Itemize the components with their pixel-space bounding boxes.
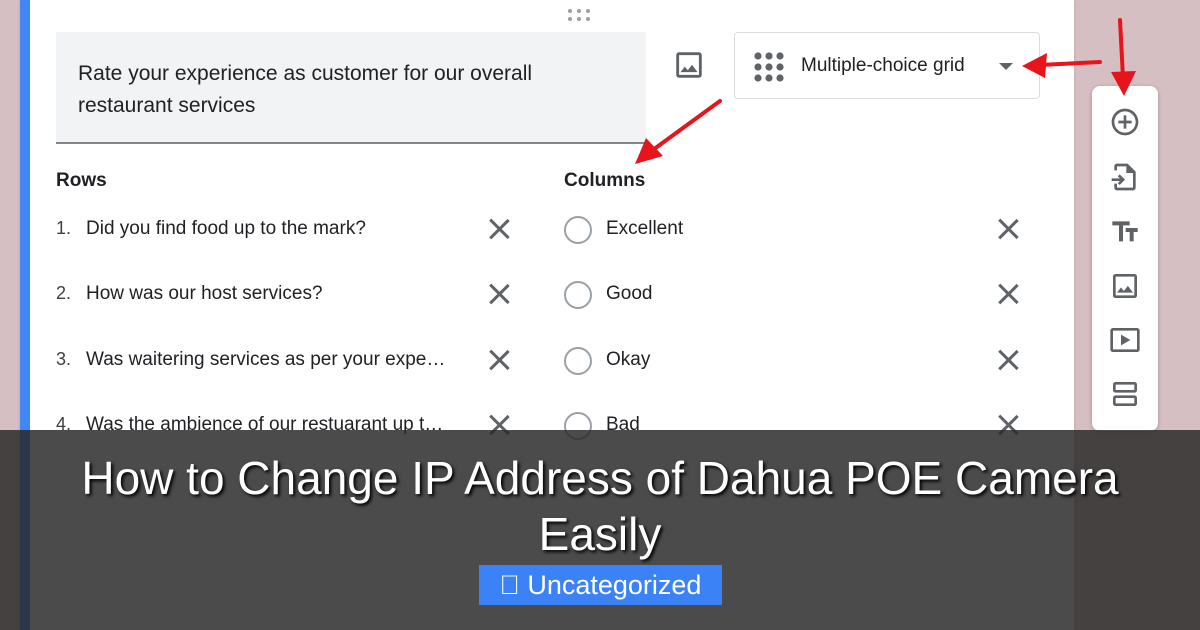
article-title[interactable]: How to Change IP Address of Dahua POE Ca… xyxy=(40,450,1160,562)
add-video-icon[interactable] xyxy=(1109,324,1141,356)
remove-column-icon[interactable] xyxy=(995,216,1021,242)
floating-toolbar xyxy=(1092,86,1158,431)
row-item[interactable]: 1. Did you find food up to the mark? xyxy=(56,210,526,250)
column-item[interactable]: Okay xyxy=(564,341,1044,381)
add-image-icon[interactable] xyxy=(672,48,706,82)
row-number: 1. xyxy=(56,218,72,238)
rows-heading: Rows xyxy=(56,170,107,191)
question-type-dropdown[interactable]: Multiple-choice grid xyxy=(734,32,1040,99)
row-text[interactable]: Was waitering services as per your expe… xyxy=(86,349,468,371)
chevron-down-icon xyxy=(999,63,1013,70)
category-badge[interactable]:  Uncategorized xyxy=(479,565,722,605)
article-banner: How to Change IP Address of Dahua POE Ca… xyxy=(0,430,1200,630)
question-type-label: Multiple-choice grid xyxy=(801,55,965,76)
remove-row-icon[interactable] xyxy=(486,347,512,373)
column-item[interactable]: Excellent xyxy=(564,210,1044,250)
arrow-to-toolbar xyxy=(1118,18,1125,80)
row-number: 3. xyxy=(56,349,72,369)
row-item[interactable]: 2. How was our host services? xyxy=(56,275,526,315)
column-text[interactable]: Okay xyxy=(606,349,650,371)
column-text[interactable]: Excellent xyxy=(606,218,683,240)
column-item[interactable]: Good xyxy=(564,275,1044,315)
row-text[interactable]: How was our host services? xyxy=(86,283,468,305)
remove-column-icon[interactable] xyxy=(995,347,1021,373)
row-text[interactable]: Did you find food up to the mark? xyxy=(86,218,468,240)
columns-heading: Columns xyxy=(564,170,646,191)
add-title-icon[interactable] xyxy=(1109,216,1141,248)
grid-icon xyxy=(753,51,785,83)
remove-column-icon[interactable] xyxy=(995,281,1021,307)
import-questions-icon[interactable] xyxy=(1109,161,1141,193)
add-question-icon[interactable] xyxy=(1109,106,1141,138)
radio-icon xyxy=(564,216,592,244)
drag-handle-icon[interactable] xyxy=(568,9,590,23)
radio-icon xyxy=(564,281,592,309)
add-image-icon[interactable] xyxy=(1109,270,1141,302)
row-number: 2. xyxy=(56,283,72,303)
radio-icon xyxy=(564,347,592,375)
remove-row-icon[interactable] xyxy=(486,281,512,307)
question-title-text: Rate your experience as customer for our… xyxy=(78,62,533,117)
remove-row-icon[interactable] xyxy=(486,216,512,242)
question-title-field[interactable]: Rate your experience as customer for our… xyxy=(56,32,646,144)
row-item[interactable]: 3. Was waitering services as per your ex… xyxy=(56,341,526,381)
column-text[interactable]: Good xyxy=(606,283,652,305)
add-section-icon[interactable] xyxy=(1109,378,1141,410)
